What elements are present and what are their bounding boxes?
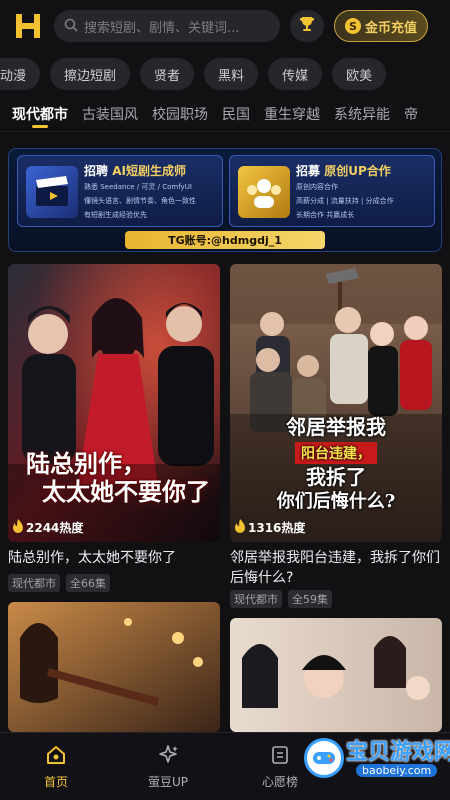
drama-poster-image [8, 602, 220, 732]
category-chip[interactable]: 擦边短剧 [50, 58, 131, 90]
episode-tag: 全66集 [66, 574, 110, 592]
banner-left-line: 熟悉 Seedance / 可灵 / ComfyUI [84, 183, 192, 191]
gamepad-icon [304, 738, 344, 778]
heat-count: 2244热度 [12, 519, 83, 536]
banner-right-line: 原创内容合作 [296, 183, 338, 191]
clapperboard-icon [26, 166, 78, 218]
drama-poster[interactable] [8, 602, 220, 732]
flame-icon [12, 519, 24, 536]
drama-poster[interactable]: 邻居举报我 阳台违建， 我拆了 你们后悔什么? 1316热度 [230, 264, 442, 542]
watermark-text: 宝贝游戏网 [346, 740, 450, 765]
banner-right-line: 长期合作 共赢成长 [296, 211, 355, 219]
drama-tags: 现代都市 全66集 [8, 574, 110, 592]
drama-card[interactable]: 陆总别作， 太太她不要你了 2244热度 陆总别作，太太她不要你了 现代都市 全… [8, 264, 220, 596]
genre-tabs: 现代都市 古装国风 校园职场 民国 重生穿越 系统异能 帝 [0, 96, 450, 132]
banner-left-line: 有短剧生成经验优先 [84, 211, 147, 219]
banner-up-recruit[interactable]: 招募 原创UP合作 原创内容合作 高薪分成 | 流量扶持 | 分成合作 长期合作… [229, 155, 435, 227]
coin-recharge-label: 金币充值 [365, 20, 418, 36]
poster-title: 邻居举报我 阳台违建， 我拆了 你们后悔什么? [276, 415, 396, 512]
coin-recharge-button[interactable]: S 金币充值 [334, 10, 429, 42]
drama-title[interactable]: 陆总别作，太太她不要你了 [8, 548, 220, 568]
genre-tag: 现代都市 [230, 590, 282, 608]
telegram-account-label[interactable]: TG账号:@hdmgdj_1 [125, 231, 325, 249]
category-chips: 动漫 擦边短剧 贤者 黑料 传媒 欧美 [0, 58, 387, 90]
tab-system[interactable]: 系统异能 [334, 96, 390, 131]
genre-tag: 现代都市 [8, 574, 60, 592]
app-logo-icon[interactable] [12, 10, 44, 42]
search-placeholder: 搜索短剧、剧情、关键词... [84, 20, 240, 36]
watermark-url: baobeiy.com [356, 764, 438, 777]
tab-campus[interactable]: 校园职场 [152, 96, 208, 131]
top-bar: 搜索短剧、剧情、关键词... S 金币充值 [0, 0, 450, 52]
flame-icon [234, 519, 246, 536]
home-icon [45, 744, 67, 769]
tab-ancient[interactable]: 古装国风 [82, 96, 138, 131]
search-input[interactable]: 搜索短剧、剧情、关键词... [54, 10, 280, 42]
banner-left-title: 招聘 AI短剧生成师 [84, 164, 186, 178]
site-watermark: 宝贝游戏网 baobeiy.com [300, 734, 450, 794]
banner-right-line: 高薪分成 | 流量扶持 | 分成合作 [296, 197, 394, 205]
tab-republic[interactable]: 民国 [222, 96, 250, 131]
banner-left-line: 懂镜头语言、剧情节奏、角色一致性 [84, 197, 196, 205]
category-chip[interactable]: 动漫 [0, 58, 41, 90]
tab-modern-city[interactable]: 现代都市 [12, 96, 68, 131]
trophy-button[interactable] [290, 10, 324, 42]
banner-ai-recruit[interactable]: 招聘 AI短剧生成师 熟悉 Seedance / 可灵 / ComfyUI 懂镜… [17, 155, 223, 227]
trophy-icon [298, 15, 316, 37]
recruitment-banner[interactable]: 招聘 AI短剧生成师 熟悉 Seedance / 可灵 / ComfyUI 懂镜… [8, 148, 442, 252]
category-chip[interactable]: 黑料 [204, 58, 259, 90]
poster-title: 陆总别作， 太太她不要你了 [26, 449, 210, 506]
drama-poster[interactable] [230, 618, 442, 732]
heat-count: 1316热度 [234, 519, 305, 536]
nav-home-label: 首页 [43, 774, 68, 789]
wishlist-icon [269, 744, 291, 769]
nav-up[interactable]: 萤豆UP [112, 733, 224, 800]
drama-card[interactable]: 邻居举报我 阳台违建， 我拆了 你们后悔什么? 1316热度 邻居举报我阳台违建… [230, 264, 442, 612]
nav-home[interactable]: 首页 [0, 733, 112, 800]
drama-poster-image [230, 618, 442, 732]
drama-title[interactable]: 邻居举报我阳台违建，我拆了你们后悔什么? [230, 548, 442, 588]
creators-icon [238, 166, 290, 218]
nav-wishlist-label: 心愿榜 [261, 774, 298, 789]
sparkle-icon [157, 744, 179, 769]
tab-emperor[interactable]: 帝 [404, 96, 418, 131]
search-icon [64, 17, 78, 36]
coin-icon: S [345, 18, 361, 34]
drama-tags: 现代都市 全59集 [230, 590, 332, 608]
nav-up-label: 萤豆UP [147, 774, 189, 789]
category-chip[interactable]: 传媒 [268, 58, 323, 90]
episode-tag: 全59集 [288, 590, 332, 608]
category-chip[interactable]: 欧美 [332, 58, 387, 90]
banner-right-title: 招募 原创UP合作 [296, 164, 391, 178]
drama-poster[interactable]: 陆总别作， 太太她不要你了 2244热度 [8, 264, 220, 542]
category-chip[interactable]: 贤者 [140, 58, 195, 90]
tab-rebirth[interactable]: 重生穿越 [264, 96, 320, 131]
